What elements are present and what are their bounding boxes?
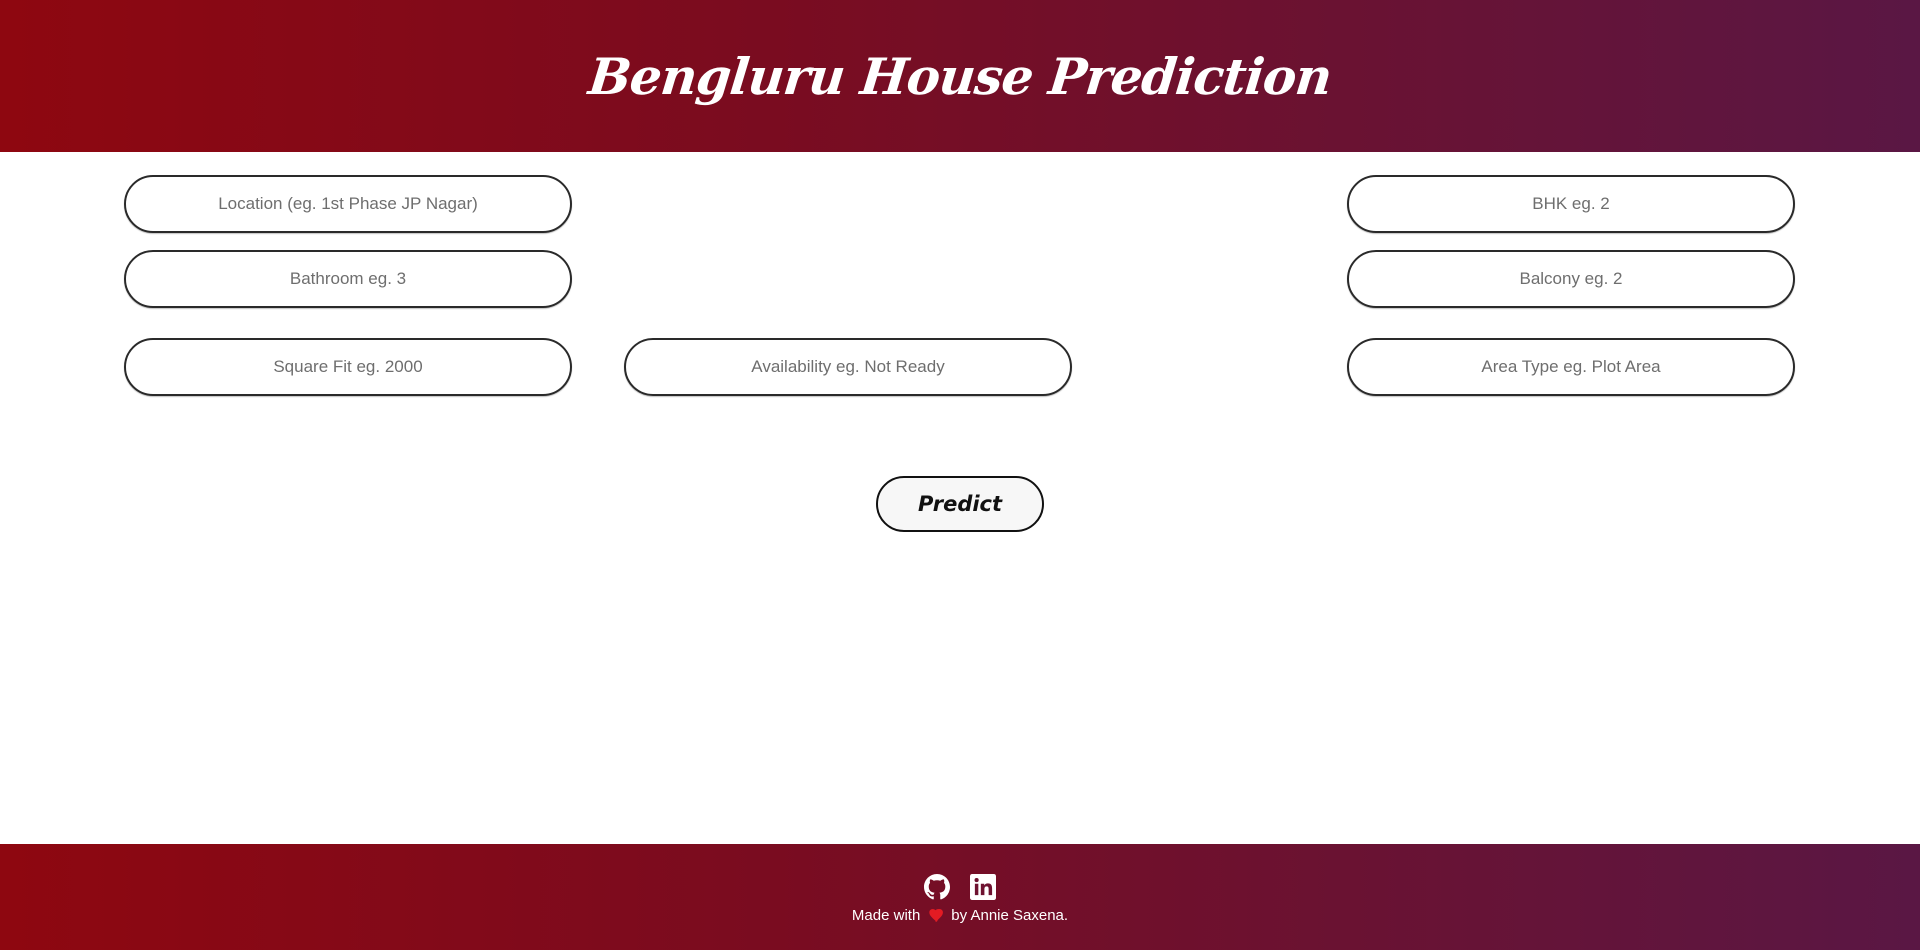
site-header: Bengluru House Prediction	[0, 0, 1920, 152]
made-with-text: Made with	[851, 907, 921, 924]
availability-input[interactable]	[624, 338, 1072, 396]
credit-line: Made with by Annie Saxena.	[0, 907, 1920, 926]
location-input[interactable]	[124, 175, 572, 233]
bhk-input[interactable]	[1347, 175, 1795, 233]
heart-icon	[928, 909, 944, 926]
author-text: by Annie Saxena.	[951, 907, 1069, 924]
bathroom-input[interactable]	[124, 250, 572, 308]
linkedin-icon[interactable]	[970, 874, 996, 900]
site-footer: Made with by Annie Saxena.	[0, 844, 1920, 950]
balcony-input[interactable]	[1347, 250, 1795, 308]
predict-button[interactable]: Predict	[876, 476, 1044, 532]
page-title: Bengluru House Prediction	[585, 46, 1335, 106]
social-links	[0, 874, 1920, 900]
square-feet-input[interactable]	[124, 338, 572, 396]
area-type-input[interactable]	[1347, 338, 1795, 396]
github-icon[interactable]	[924, 874, 950, 900]
